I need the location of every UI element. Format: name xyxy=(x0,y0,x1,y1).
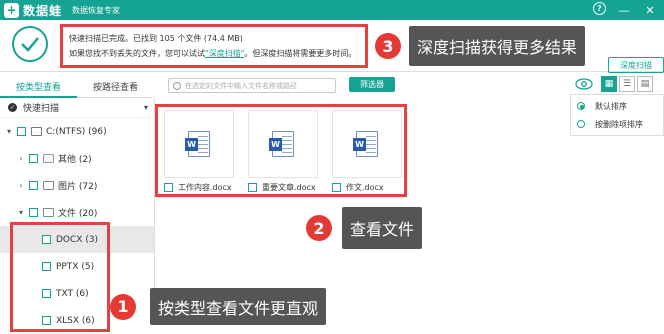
file-card[interactable]: W 作文.docx xyxy=(332,110,402,194)
chevron-right-icon[interactable]: › xyxy=(16,154,26,163)
checkbox[interactable] xyxy=(164,183,173,192)
sort-option-default[interactable]: 默认排序 xyxy=(577,97,657,115)
deep-scan-link[interactable]: "深度扫描" xyxy=(205,49,244,58)
search-input[interactable]: 在选定的文件中输入文件名称或路径 xyxy=(168,78,336,93)
document-icon xyxy=(43,208,54,217)
image-icon xyxy=(43,181,54,190)
callout-number: 1 xyxy=(110,293,136,320)
scan-mode-selector[interactable]: ✓ 快速扫描 ▾ xyxy=(0,98,154,118)
search-icon xyxy=(173,81,181,90)
word-doc-icon: W xyxy=(269,131,294,157)
callout-deep-scan: 3 深度扫描获得更多结果 xyxy=(375,26,586,66)
app-name: 数据蛙 xyxy=(23,3,63,18)
app-logo: + 数据蛙 数据恢复专家 xyxy=(4,2,120,19)
drive-icon xyxy=(31,127,42,136)
tree-node-drive[interactable]: ▾ C:(NTFS) (96) xyxy=(0,118,154,145)
tab-by-path[interactable]: 按路径查看 xyxy=(77,76,154,98)
sort-menu: 默认排序 按删除项排序 xyxy=(570,94,664,136)
deep-scan-hint: 如果您找不到丢失的文件，您可以试试"深度扫描"。但深度扫描将需要更多时间。 xyxy=(69,49,357,58)
file-name: 重要文章.docx xyxy=(262,183,316,192)
folder-icon xyxy=(43,154,54,163)
checkbox[interactable] xyxy=(248,183,257,192)
checkbox[interactable] xyxy=(332,183,341,192)
minimize-icon[interactable]: — xyxy=(616,2,632,18)
detail-view-icon[interactable]: ▤ xyxy=(637,76,653,92)
callout-text: 深度扫描获得更多结果 xyxy=(409,26,586,66)
chevron-down-icon: ▾ xyxy=(143,103,148,112)
search-placeholder: 在选定的文件中输入文件名称或路径 xyxy=(185,81,297,90)
callout-view-files: 2 查看文件 xyxy=(306,207,423,249)
tree-node-images[interactable]: › 图片 (72) xyxy=(0,172,154,199)
file-card[interactable]: W 工作内容.docx xyxy=(164,110,234,194)
file-thumbnail[interactable]: W xyxy=(248,110,318,178)
grid-view-icon[interactable]: ▦ xyxy=(601,76,617,92)
view-tabs: 按类型查看 按路径查看 xyxy=(0,76,154,98)
scan-result-message: 快速扫描已完成。已找到 105 个文件 (74.4 MB) 如果您找不到丢失的文… xyxy=(60,24,368,68)
help-icon[interactable]: ? xyxy=(593,2,606,15)
file-name: 作文.docx xyxy=(346,183,384,192)
callout-number: 2 xyxy=(306,215,332,241)
word-doc-icon: W xyxy=(353,131,378,157)
checkbox[interactable] xyxy=(29,208,38,217)
check-circle-icon xyxy=(12,26,48,62)
checkbox[interactable] xyxy=(29,181,38,190)
callout-by-type: 1 按类型查看文件更直观 xyxy=(110,288,327,325)
scan-mode-label: 快速扫描 xyxy=(23,104,60,114)
file-thumbnail[interactable]: W xyxy=(332,110,402,178)
radio-icon xyxy=(577,120,585,128)
chevron-right-icon[interactable]: › xyxy=(16,181,26,190)
checkbox[interactable] xyxy=(29,154,38,163)
tab-by-type[interactable]: 按类型查看 xyxy=(0,76,77,98)
word-doc-icon: W xyxy=(185,131,210,157)
chevron-down-icon[interactable]: ▾ xyxy=(16,208,26,217)
highlight-box-types xyxy=(10,222,110,332)
list-view-icon[interactable]: ☰ xyxy=(619,76,635,92)
chevron-down-icon[interactable]: ▾ xyxy=(4,127,14,136)
title-bar: + 数据蛙 数据恢复专家 ? — ✕ xyxy=(0,0,664,20)
file-thumbnail[interactable]: W xyxy=(164,110,234,178)
file-grid: W 工作内容.docx W 重要文章.docx W 作文.docx xyxy=(155,104,407,197)
callout-number: 3 xyxy=(375,33,401,59)
frog-plus-icon: + xyxy=(4,2,19,18)
eye-icon[interactable] xyxy=(575,78,593,90)
file-name: 工作内容.docx xyxy=(178,183,232,192)
filter-button[interactable]: 筛选器 xyxy=(349,77,395,92)
checkbox[interactable] xyxy=(17,127,26,136)
file-card[interactable]: W 重要文章.docx xyxy=(248,110,318,194)
check-dot-icon: ✓ xyxy=(8,103,17,112)
radio-icon xyxy=(577,102,585,110)
sort-option-deleted[interactable]: 按删除项排序 xyxy=(577,115,657,133)
tree-node-other[interactable]: › 其他 (2) xyxy=(0,145,154,172)
app-subtitle: 数据恢复专家 xyxy=(72,5,121,15)
scan-result-line: 快速扫描已完成。已找到 105 个文件 (74.4 MB) xyxy=(69,34,243,43)
callout-text: 按类型查看文件更直观 xyxy=(150,288,327,325)
callout-text: 查看文件 xyxy=(342,207,423,249)
deep-scan-button[interactable]: 深度扫描 xyxy=(608,57,664,73)
close-icon[interactable]: ✕ xyxy=(642,2,658,18)
